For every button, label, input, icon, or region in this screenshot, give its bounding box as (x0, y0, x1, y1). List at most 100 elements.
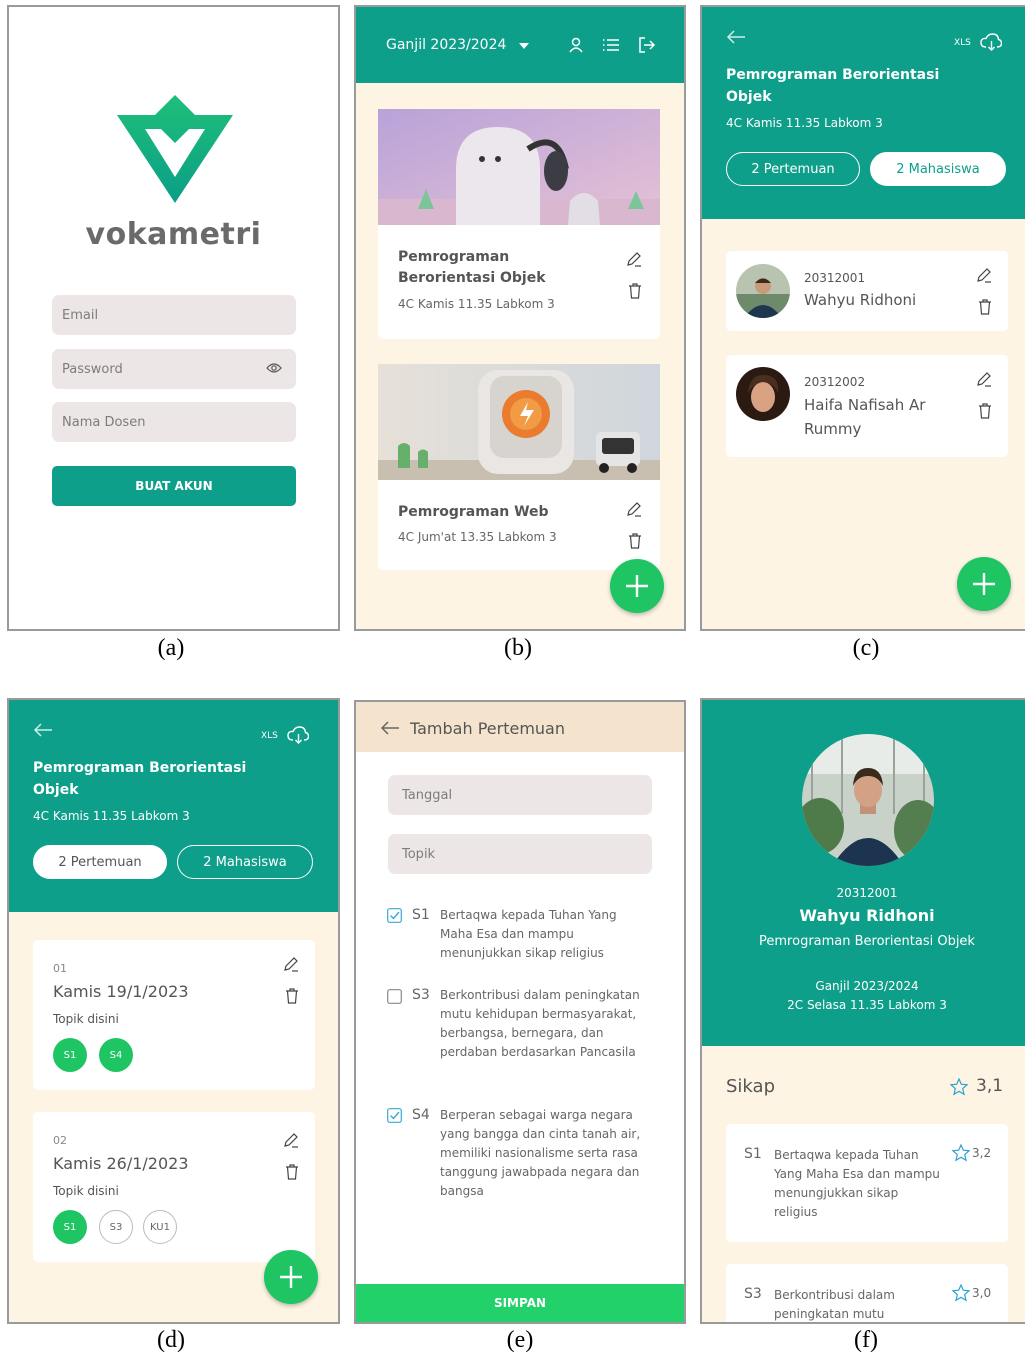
semester-selector[interactable]: Ganjil 2023/2024 (386, 37, 506, 53)
student-nim: 20312001 (836, 886, 898, 900)
edit-icon[interactable] (976, 371, 992, 387)
list-icon[interactable] (602, 38, 620, 52)
eye-icon[interactable] (266, 362, 282, 374)
plus-icon (973, 573, 995, 595)
email-placeholder: Email (62, 307, 99, 323)
panel-add-meeting: Tambah Pertemuan Tanggal Topik S1 Bertaq… (354, 700, 686, 1324)
tab-students[interactable]: 2 Mahasiswa (177, 845, 313, 879)
course-detail: 4C Kamis 11.35 Labkom 3 (398, 297, 555, 311)
create-account-button[interactable]: BUAT AKUN (52, 466, 296, 506)
save-button[interactable]: SIMPAN (356, 1284, 684, 1322)
plus-icon (626, 575, 648, 597)
profile-header: 20312001 Wahyu Ridhoni Pemrograman Beror… (702, 700, 1025, 1046)
tab-meetings[interactable]: 2 Pertemuan (33, 845, 167, 879)
trash-icon[interactable] (978, 403, 992, 419)
email-field[interactable]: Email (52, 295, 296, 335)
student-card[interactable]: 20312001 Wahyu Ridhoni (726, 251, 1008, 331)
edit-icon[interactable] (976, 267, 992, 283)
meeting-card[interactable]: 02 Kamis 26/1/2023 Topik disini S1 S3 KU… (33, 1112, 315, 1262)
avatar (736, 264, 790, 318)
course-title: Pemrograman Berorientasi Objek (759, 934, 975, 949)
star-icon (952, 1284, 970, 1302)
lecturer-name-field[interactable]: Nama Dosen (52, 402, 296, 442)
lecturer-name-placeholder: Nama Dosen (62, 414, 146, 430)
course-cover-image (378, 109, 660, 225)
checkbox-checked-icon[interactable] (387, 908, 402, 923)
student-name: Wahyu Ridhoni (799, 906, 935, 925)
edit-icon[interactable] (283, 956, 299, 972)
back-arrow-icon[interactable] (726, 29, 746, 45)
cloud-download-icon[interactable] (287, 726, 309, 744)
add-course-button[interactable] (610, 559, 664, 613)
class-detail: 2C Selasa 11.35 Labkom 3 (787, 998, 947, 1012)
logout-icon[interactable] (638, 37, 656, 53)
competency-text: Bertaqwa kepada Tuhan Yang Maha Esa dan … (440, 908, 617, 960)
panel-meeting-list: XLS Pemrograman Berorientasi Objek 4C Ka… (7, 698, 340, 1324)
tab-meetings[interactable]: 2 Pertemuan (726, 152, 860, 186)
password-field[interactable]: Password (52, 349, 296, 389)
panel-register: vokametri Email Password Nama Dosen BUAT… (7, 5, 340, 631)
xls-label: XLS (261, 731, 278, 741)
add-meeting-button[interactable] (264, 1250, 318, 1304)
competency-score: 3,2 (972, 1146, 992, 1160)
cloud-download-icon[interactable] (980, 33, 1002, 51)
meeting-date: Kamis 26/1/2023 (53, 1154, 189, 1173)
meeting-date: Kamis 19/1/2023 (53, 982, 189, 1001)
course-detail: 4C Kamis 11.35 Labkom 3 (726, 116, 883, 130)
competency-code: S1 (744, 1146, 762, 1162)
edit-icon[interactable] (626, 251, 642, 267)
score-card[interactable]: S1 Bertaqwa kepada Tuhan Yang Maha Esa d… (726, 1124, 1008, 1242)
add-student-button[interactable] (957, 557, 1011, 611)
trash-icon[interactable] (285, 1164, 299, 1180)
back-arrow-icon[interactable] (380, 720, 400, 736)
trash-icon[interactable] (978, 299, 992, 315)
star-icon (952, 1144, 970, 1162)
edit-icon[interactable] (626, 501, 642, 517)
checkbox-unchecked-icon[interactable] (387, 989, 402, 1004)
tab-students[interactable]: 2 Mahasiswa (870, 152, 1006, 186)
trash-icon[interactable] (628, 283, 642, 299)
caption-d: (d) (157, 1327, 185, 1353)
date-field[interactable]: Tanggal (388, 775, 652, 815)
xls-label: XLS (954, 38, 971, 48)
student-nim: 20312001 (804, 271, 866, 285)
checkbox-checked-icon[interactable] (387, 1108, 402, 1123)
competency-text: Berkontribusi dalam peningkatan mutu (774, 1288, 895, 1321)
vokametri-logo-icon (117, 95, 233, 203)
avatar (736, 367, 790, 421)
caption-e: (e) (506, 1327, 534, 1353)
competency-code: S3 (412, 987, 430, 1003)
meeting-topic: Topik disini (53, 1184, 119, 1198)
semester: Ganjil 2023/2024 (815, 979, 919, 993)
competency-tag: S1 (53, 1210, 87, 1244)
course-detail: 4C Jum'at 13.35 Labkom 3 (398, 530, 557, 544)
caption-a: (a) (157, 635, 185, 661)
trash-icon[interactable] (285, 988, 299, 1004)
course-card[interactable]: Pemrograman Web 4C Jum'at 13.35 Labkom 3 (378, 364, 660, 570)
course-title: Pemrograman Berorientasi Objek (398, 249, 546, 286)
meeting-number: 02 (53, 1134, 67, 1147)
section-title: Sikap (726, 1076, 775, 1097)
competency-tag: KU1 (143, 1210, 177, 1244)
user-icon[interactable] (568, 37, 584, 53)
meeting-number: 01 (53, 962, 67, 975)
score-card[interactable]: S3 Berkontribusi dalam peningkatan mutu … (726, 1264, 1008, 1322)
top-bar: Ganjil 2023/2024 (356, 7, 684, 83)
course-header: XLS Pemrograman Berorientasi Objek 4C Ka… (9, 700, 338, 912)
caption-c: (c) (852, 635, 880, 661)
competency-text: Berkontribusi dalam peningkatan mutu keh… (440, 988, 640, 1059)
trash-icon[interactable] (628, 533, 642, 549)
student-card[interactable]: 20312002 Haifa Nafisah Ar Rummy (726, 355, 1008, 457)
student-nim: 20312002 (804, 375, 866, 389)
course-title: Pemrograman Web (398, 504, 549, 520)
back-arrow-icon[interactable] (33, 722, 53, 738)
competency-tag: S4 (99, 1038, 133, 1072)
competency-code: S1 (412, 907, 430, 923)
student-name: Haifa Nafisah Ar Rummy (804, 396, 926, 438)
topic-field[interactable]: Topik (388, 834, 652, 874)
course-card[interactable]: Pemrograman Berorientasi Objek 4C Kamis … (378, 109, 660, 339)
chevron-down-icon[interactable] (518, 42, 530, 50)
meeting-card[interactable]: 01 Kamis 19/1/2023 Topik disini S1 S4 (33, 940, 315, 1090)
competency-score: 3,0 (972, 1286, 992, 1300)
edit-icon[interactable] (283, 1132, 299, 1148)
